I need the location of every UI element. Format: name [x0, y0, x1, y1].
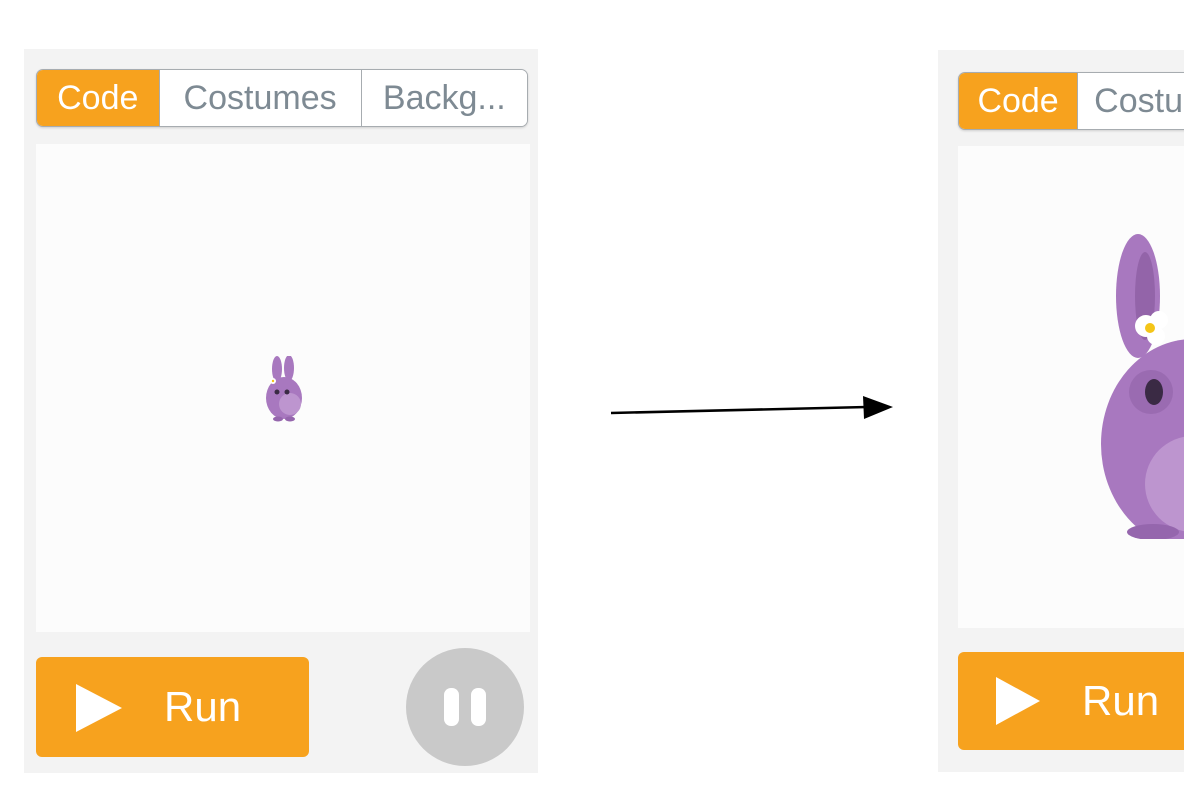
pause-icon-bar-right	[471, 688, 486, 726]
run-label: Run	[1082, 677, 1160, 724]
play-icon	[76, 684, 122, 732]
right-panel: Code Costu Run	[938, 50, 1184, 772]
stage-canvas[interactable]	[36, 144, 530, 632]
tab-code[interactable]: Code	[959, 73, 1079, 129]
left-tab-bar: Code Costumes Backg...	[36, 69, 528, 127]
pause-button[interactable]	[406, 648, 524, 766]
run-label: Run	[164, 683, 242, 730]
bunny-sprite[interactable]	[260, 356, 308, 422]
pause-icon-bar-left	[444, 688, 459, 726]
run-button[interactable]: Run	[36, 657, 309, 757]
right-arrow-icon	[610, 396, 893, 419]
run-button[interactable]: Run	[958, 652, 1184, 750]
tab-backgrounds[interactable]: Backg...	[361, 70, 527, 126]
right-tab-bar: Code Costu	[958, 72, 1184, 130]
tab-costumes[interactable]: Costu	[1078, 73, 1184, 129]
stage-canvas[interactable]	[958, 146, 1184, 628]
tab-costumes[interactable]: Costumes	[159, 70, 362, 126]
play-icon	[996, 677, 1040, 725]
left-panel: Code Costumes Backg... Run	[24, 49, 538, 773]
bunny-sprite[interactable]	[1093, 234, 1184, 539]
tab-code[interactable]: Code	[37, 70, 160, 126]
